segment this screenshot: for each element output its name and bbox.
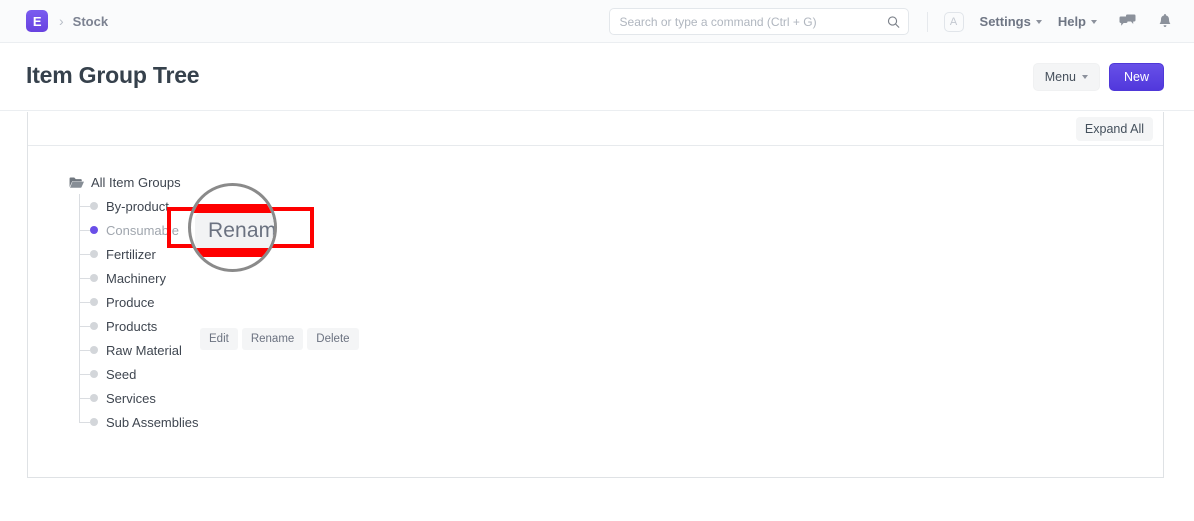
page-title: Item Group Tree (26, 62, 200, 88)
help-label: Help (1057, 14, 1086, 29)
card-toolbar: Expand All (28, 112, 1163, 146)
tree-connector-line (79, 398, 90, 399)
tree-node-label: Machinery (106, 270, 166, 286)
tree-node[interactable]: Seed (79, 362, 1163, 386)
tree-node-label: Seed (106, 366, 137, 382)
tree-node[interactable]: Services (79, 386, 1163, 410)
expand-all-button[interactable]: Expand All (1075, 117, 1153, 141)
tree-connector-line (79, 254, 90, 255)
bell-icon (1159, 13, 1171, 27)
menu-button[interactable]: Menu (1032, 63, 1100, 91)
magnified-rename-label: Rename (208, 218, 277, 242)
page-header-actions: Menu New (1032, 63, 1164, 91)
magnified-highlight-bottom-edge (191, 248, 274, 257)
tree-root-label: All Item Groups (91, 174, 181, 190)
search-box[interactable] (608, 8, 909, 35)
breadcrumb-stock[interactable]: Stock (73, 14, 108, 29)
chat-icon (1119, 14, 1136, 26)
tree-node-dot-icon (90, 370, 98, 378)
tree-node[interactable]: Produce (79, 290, 1163, 314)
tree-node-label: Services (106, 390, 156, 406)
magnified-highlight-top-edge (191, 204, 274, 213)
tree-node-label: Products (106, 318, 158, 334)
tree-node-dot-icon (90, 298, 98, 306)
tree-node-label: By-product (106, 198, 169, 214)
tree-node-label: Consumable (106, 222, 179, 238)
tree-connector-line (79, 374, 90, 375)
tree-connector-line (79, 302, 90, 303)
tree-connector-line (79, 206, 90, 207)
magnifier-content: Rename (191, 186, 277, 269)
tree-node-dot-icon (90, 226, 98, 234)
open-folder-icon (69, 177, 84, 188)
tree-node-label: Raw Material (106, 342, 182, 358)
page-header: Item Group Tree Menu New (0, 43, 1194, 111)
edit-button[interactable]: Edit (200, 328, 238, 350)
tree-connector-line (79, 278, 90, 279)
chevron-down-icon (1081, 75, 1088, 79)
search-input[interactable] (609, 9, 908, 34)
tree-connector-line (79, 350, 90, 351)
delete-button[interactable]: Delete (307, 328, 359, 350)
tree-node-dot-icon (90, 202, 98, 210)
tree-node-label: Sub Assemblies (106, 414, 199, 430)
navbar-right: A Settings Help (608, 0, 1194, 43)
avatar[interactable]: A (943, 11, 964, 32)
settings-menu[interactable]: Settings (980, 14, 1042, 29)
new-button[interactable]: New (1108, 63, 1164, 91)
magnifier-circle: Rename (188, 183, 277, 272)
tree-node-label: Fertilizer (106, 246, 156, 262)
tree-node-dot-icon (90, 346, 98, 354)
chevron-down-icon (1091, 19, 1097, 24)
breadcrumb-separator-icon: › (59, 13, 64, 29)
tree-node-dot-icon (90, 250, 98, 258)
navbar-divider (926, 11, 928, 32)
rename-button[interactable]: Rename (241, 328, 304, 350)
navbar: E › Stock A Settings Help (0, 0, 1194, 43)
menu-button-label: Menu (1044, 70, 1076, 84)
settings-label: Settings (979, 14, 1031, 29)
tree-connector-line (79, 422, 90, 423)
notifications-button[interactable] (1158, 13, 1172, 30)
app-logo[interactable]: E (26, 10, 48, 32)
tree-node-dot-icon (90, 274, 98, 282)
tree-node-dot-icon (90, 322, 98, 330)
tree-node-dot-icon (90, 394, 98, 402)
magnified-rename-button: Rename (195, 213, 277, 248)
node-action-group: Edit Rename Delete (200, 328, 363, 350)
tree-node-label: Produce (106, 294, 155, 310)
chevron-down-icon (1035, 19, 1042, 24)
help-menu[interactable]: Help (1058, 14, 1097, 29)
tree-node[interactable]: Sub Assemblies (79, 410, 1163, 434)
tree-connector-line (79, 230, 90, 231)
tree-node-dot-icon (90, 418, 98, 426)
tree-connector-line (79, 326, 90, 327)
tree-card: Expand All All Item Groups By-product Con… (27, 112, 1164, 478)
chat-button[interactable] (1119, 14, 1136, 29)
